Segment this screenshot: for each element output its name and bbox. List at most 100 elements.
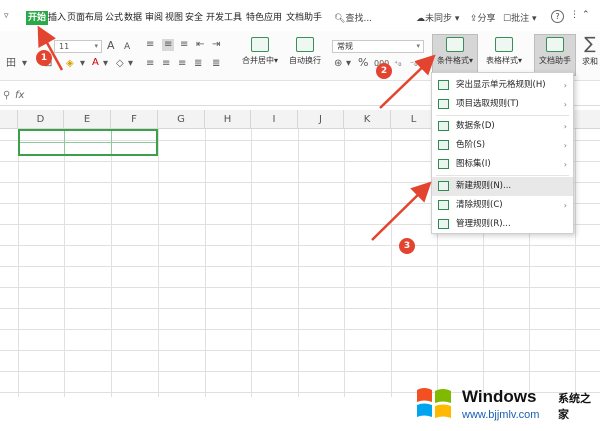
- step-badge-3: 3: [399, 238, 415, 254]
- clear-rules-icon: [438, 200, 449, 210]
- grow-font-button[interactable]: A: [107, 40, 115, 52]
- sum-icon: ∑: [584, 34, 596, 54]
- menu-separator: [436, 115, 569, 116]
- sum-button[interactable]: ∑ 求和: [580, 35, 600, 67]
- arrow-to-new-rule: [371, 181, 432, 241]
- color-scales-icon: [438, 140, 449, 150]
- grid-row-line: [0, 329, 600, 330]
- column-header-h[interactable]: H: [205, 110, 251, 129]
- share-button[interactable]: ⇪分享: [470, 11, 496, 24]
- tab-security[interactable]: 安全: [185, 11, 203, 25]
- search-button[interactable]: 🔍︎查找...: [334, 11, 372, 24]
- paint-bucket-icon[interactable]: ◈: [66, 58, 74, 70]
- conditional-format-label: 条件格式▾: [436, 56, 473, 65]
- border-icon[interactable]: 田: [6, 58, 16, 70]
- cloud-icon: ☁: [416, 14, 425, 24]
- tab-insert[interactable]: 插入: [48, 11, 66, 25]
- share-label: 分享: [477, 14, 496, 24]
- chevron-right-icon: ›: [563, 122, 567, 131]
- menu-item-top-bottom[interactable]: 项目选取规则(T) ›: [432, 95, 573, 114]
- column-header-k[interactable]: K: [344, 110, 391, 129]
- align-middle-icon[interactable]: ≡: [162, 39, 175, 51]
- sync-status[interactable]: ☁未同步 ▾: [416, 11, 459, 24]
- align-right-icon[interactable]: ≡: [178, 58, 186, 70]
- menu-item-label: 色阶(S): [456, 140, 486, 150]
- menu-item-new-rule[interactable]: 新建规则(N)...: [432, 177, 573, 196]
- chevron-down-icon[interactable]: ▾: [128, 58, 133, 70]
- tab-formulas[interactable]: 公式: [105, 11, 123, 25]
- conditional-format-menu: 突出显示单元格规则(H) › 项目选取规则(T) › 数据条(D) › 色阶(S…: [431, 72, 574, 234]
- merge-icon: [251, 37, 269, 52]
- menu-item-clear-rules[interactable]: 清除规则(C) ›: [432, 196, 573, 215]
- selected-range[interactable]: [18, 129, 158, 156]
- menu-item-data-bars[interactable]: 数据条(D) ›: [432, 117, 573, 136]
- align-top-icon[interactable]: ≡: [146, 39, 154, 51]
- column-header-j[interactable]: J: [298, 110, 344, 129]
- wrap-icon: [296, 37, 314, 52]
- top-bottom-rules-icon: [438, 99, 449, 109]
- menu-item-icon-sets[interactable]: 图标集(I) ›: [432, 155, 573, 174]
- align-bottom-icon[interactable]: ≡: [180, 39, 188, 51]
- tab-home[interactable]: 开始: [26, 11, 49, 25]
- menu-item-manage-rules[interactable]: 管理规则(R)...: [432, 215, 573, 234]
- tab-doc-helper[interactable]: 文档助手: [286, 11, 322, 25]
- table-style-icon: [495, 37, 513, 52]
- align-center-icon[interactable]: ≡: [162, 58, 170, 70]
- shrink-font-button[interactable]: A: [124, 41, 130, 53]
- percent-button[interactable]: %: [358, 57, 368, 69]
- increase-decimal-icon[interactable]: ⁺₀: [394, 58, 401, 70]
- merge-center-button[interactable]: 合并居中▾: [238, 37, 282, 66]
- doc-helper-button[interactable]: 文档助手: [534, 37, 576, 66]
- tab-view[interactable]: 视图: [165, 11, 183, 25]
- menu-item-highlight-cells[interactable]: 突出显示单元格规则(H) ›: [432, 76, 573, 95]
- tab-review[interactable]: 审阅: [145, 11, 163, 25]
- column-header-f[interactable]: F: [111, 110, 158, 129]
- distribute-icon[interactable]: ≣: [212, 58, 220, 70]
- decrease-decimal-icon[interactable]: ⁻₀: [410, 58, 417, 70]
- indent-increase-icon[interactable]: ⇥: [212, 39, 220, 51]
- data-bars-icon: [438, 121, 449, 131]
- wrap-label: 自动换行: [289, 56, 321, 65]
- font-size-field[interactable]: 11 ▾: [54, 40, 102, 53]
- currency-icon[interactable]: ⊛: [334, 58, 342, 70]
- more-icon[interactable]: ⋮: [570, 10, 579, 20]
- grid-column-line: [298, 129, 299, 397]
- fx-icon[interactable]: fx: [15, 90, 24, 101]
- column-header-g[interactable]: G: [158, 110, 205, 129]
- help-icon[interactable]: ?: [551, 10, 564, 23]
- collapse-icon[interactable]: ⌃: [582, 10, 590, 20]
- menu-item-color-scales[interactable]: 色阶(S) ›: [432, 136, 573, 155]
- font-color-icon[interactable]: A: [92, 57, 99, 69]
- doc-helper-icon: [546, 37, 564, 52]
- grid-column-line: [111, 129, 112, 397]
- chevron-down-icon[interactable]: ▾: [80, 58, 85, 70]
- menu-item-label: 新建规则(N)...: [456, 181, 512, 191]
- corner-cell[interactable]: [0, 110, 18, 129]
- chevron-down-icon[interactable]: ▾: [346, 58, 351, 70]
- align-left-icon[interactable]: ≡: [146, 58, 154, 70]
- grid-column-line: [64, 129, 65, 397]
- wrap-text-button[interactable]: 自动换行: [284, 37, 326, 66]
- chevron-down-icon[interactable]: ▾: [22, 58, 27, 70]
- clear-format-icon[interactable]: ◇: [116, 58, 124, 70]
- number-format-select[interactable]: 常规 ▾: [332, 40, 424, 53]
- new-rule-icon: [438, 181, 449, 191]
- zoom-icon[interactable]: ⚲: [3, 90, 10, 101]
- quick-menu-icon[interactable]: ▿: [4, 11, 9, 21]
- justify-icon[interactable]: ≣: [194, 58, 202, 70]
- conditional-format-button[interactable]: 条件格式▾: [432, 37, 478, 66]
- chevron-down-icon[interactable]: ▾: [103, 58, 108, 70]
- column-header-d[interactable]: D: [18, 110, 64, 129]
- grid-column-line: [158, 129, 159, 397]
- selection-divider: [20, 142, 156, 143]
- column-header-i[interactable]: I: [251, 110, 298, 129]
- tab-features[interactable]: 特色应用: [246, 11, 282, 25]
- indent-decrease-icon[interactable]: ⇤: [196, 39, 204, 51]
- tab-developer[interactable]: 开发工具: [206, 11, 242, 25]
- step-badge-2: 2: [376, 63, 392, 79]
- tab-page-layout[interactable]: 页面布局: [67, 11, 103, 25]
- tab-data[interactable]: 数据: [124, 11, 142, 25]
- column-header-e[interactable]: E: [64, 110, 111, 129]
- comment-button[interactable]: ☐批注 ▾: [503, 11, 536, 24]
- table-style-button[interactable]: 表格样式▾: [482, 37, 526, 66]
